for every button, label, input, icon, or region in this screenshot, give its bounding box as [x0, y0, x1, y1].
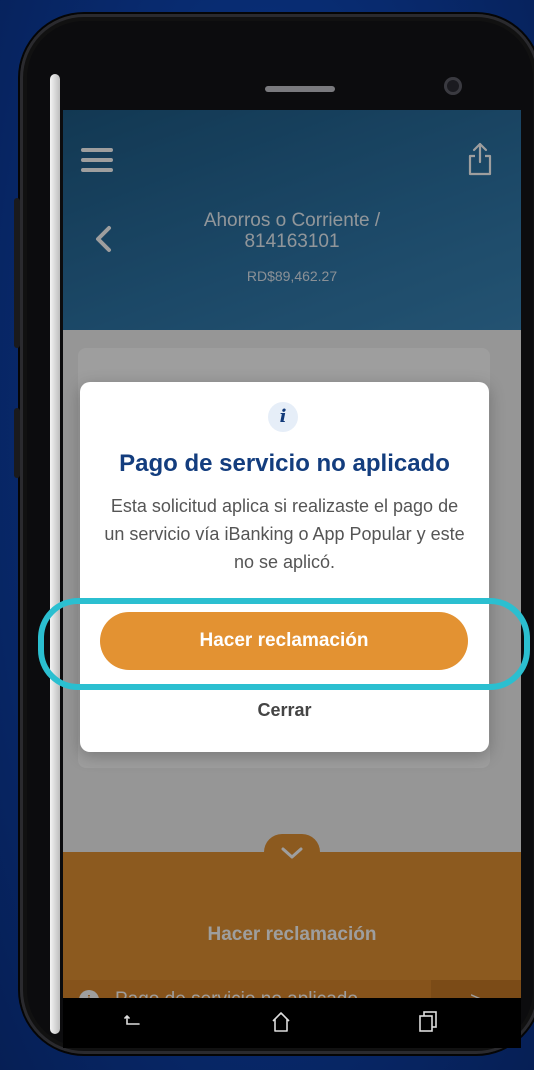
- highlight-annotation: [38, 598, 530, 690]
- phone-camera: [444, 77, 462, 95]
- dialog-title: Pago de servicio no aplicado: [119, 450, 450, 477]
- info-icon: i: [268, 402, 298, 432]
- app-screen: Ahorros o Corriente / 814163101 RD$89,46…: [63, 110, 521, 998]
- close-button[interactable]: Cerrar: [80, 700, 489, 721]
- nav-home-icon[interactable]: [271, 1010, 291, 1034]
- phone-speaker: [265, 86, 335, 92]
- phone-volume-button: [14, 198, 20, 348]
- nav-back-icon[interactable]: [123, 1010, 143, 1032]
- dialog-message: Esta solicitud aplica si realizaste el p…: [104, 496, 465, 572]
- android-navbar: [63, 998, 521, 1048]
- phone-power-button: [14, 408, 20, 478]
- phone-bezel-edge: [50, 74, 60, 1034]
- modal-dialog: i Pago de servicio no aplicado Esta soli…: [80, 382, 489, 752]
- nav-recents-icon[interactable]: [417, 1010, 439, 1034]
